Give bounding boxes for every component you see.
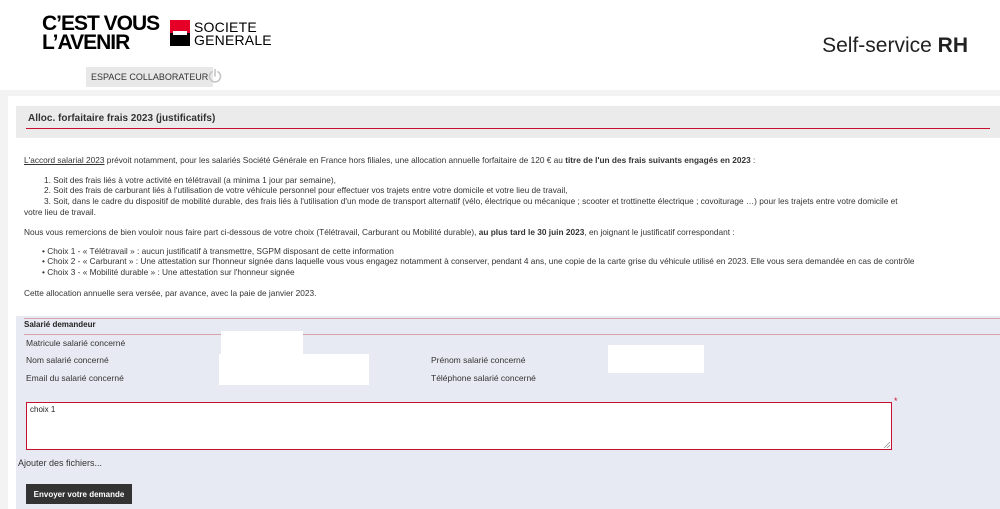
choice-item: • Choix 2 - « Carburant » : Une attestat… <box>42 256 915 266</box>
section-bottom-rule <box>24 334 1000 335</box>
matricule-label: Matricule salarié concerné <box>26 338 126 348</box>
intro-paragraph: L'accord salarial 2023 prévoit notamment… <box>24 155 755 165</box>
prenom-label: Prénom salarié concerné <box>431 355 526 365</box>
telephone-label: Téléphone salarié concerné <box>431 373 536 383</box>
slogan-logo: C’EST VOUS L’AVENIR <box>42 13 160 54</box>
page-title: Alloc. forfaitaire frais 2023 (justifica… <box>28 113 216 124</box>
list-item: 3. Soit, dans le cadre du dispositif de … <box>44 196 898 206</box>
list-item: votre lieu de travail. <box>24 207 96 217</box>
choice-item: • Choix 1 - « Télétravail » : aucun just… <box>42 246 394 256</box>
app-title-suffix: RH <box>937 34 968 57</box>
request-form: Salarié demandeur Matricule salarié conc… <box>16 316 1000 509</box>
required-marker: * <box>894 396 898 406</box>
nom-field[interactable] <box>219 354 369 385</box>
intro-end: : <box>750 155 756 165</box>
thanks-text: Nous vous remercions de bien vouloir nou… <box>24 227 479 237</box>
app-title-prefix: Self-service <box>822 34 932 57</box>
brand-line-2: GENERALE <box>194 32 272 48</box>
prenom-field[interactable] <box>608 345 704 373</box>
email-label: Email du salarié concerné <box>26 373 124 383</box>
matricule-field[interactable] <box>221 331 303 354</box>
thanks-end: , en joignant le justificatif correspond… <box>584 227 735 237</box>
add-files-link[interactable]: Ajouter des fichiers... <box>18 458 102 468</box>
choice-3-text: Choix 3 - « Mobilité durable » : Une att… <box>47 267 295 277</box>
nav-tab-espace-collaborateur[interactable]: ESPACE COLLABORATEUR <box>86 67 214 87</box>
brand-name: SOCIETE GENERALE <box>194 20 272 48</box>
form-title-bar: Alloc. forfaitaire frais 2023 (justifica… <box>16 106 1000 138</box>
section-title: Salarié demandeur <box>24 320 96 329</box>
info-panel: L'accord salarial 2023 prévoit notamment… <box>16 140 1000 312</box>
submit-button[interactable]: Envoyer votre demande <box>26 484 132 504</box>
slogan-line-2: L’AVENIR <box>42 31 130 54</box>
comment-textarea[interactable]: choix 1 <box>26 402 892 450</box>
nom-label: Nom salarié concerné <box>26 355 109 365</box>
resize-handle-icon[interactable] <box>884 442 890 448</box>
thanks-bold: au plus tard le 30 juin 2023 <box>478 227 585 237</box>
choice-1-text: Choix 1 - « Télétravail » : aucun justif… <box>47 246 394 256</box>
choice-item: • Choix 3 - « Mobilité durable » : Une a… <box>42 267 295 277</box>
list-item: 1. Soit des frais liés à votre activité … <box>44 175 336 185</box>
closing-paragraph: Cette allocation annuelle sera versée, p… <box>24 288 317 298</box>
title-divider <box>26 128 990 129</box>
list-item: 2. Soit des frais de carburant liés à l'… <box>44 185 568 195</box>
thanks-paragraph: Nous vous remercions de bien vouloir nou… <box>24 227 735 237</box>
intro-bold: titre de l'un des frais suivants engagés… <box>565 155 751 165</box>
intro-text: prévoit notamment, pour les salariés Soc… <box>104 155 566 165</box>
section-header: Salarié demandeur <box>24 318 1000 335</box>
accord-salarial-link[interactable]: L'accord salarial 2023 <box>24 155 104 165</box>
choice-2-text: Choix 2 - « Carburant » : Une attestatio… <box>47 256 915 266</box>
societe-generale-logo-icon <box>170 20 190 46</box>
power-icon[interactable] <box>207 68 223 84</box>
section-top-rule <box>24 318 1000 319</box>
app-title: Self-service RH <box>822 34 968 58</box>
